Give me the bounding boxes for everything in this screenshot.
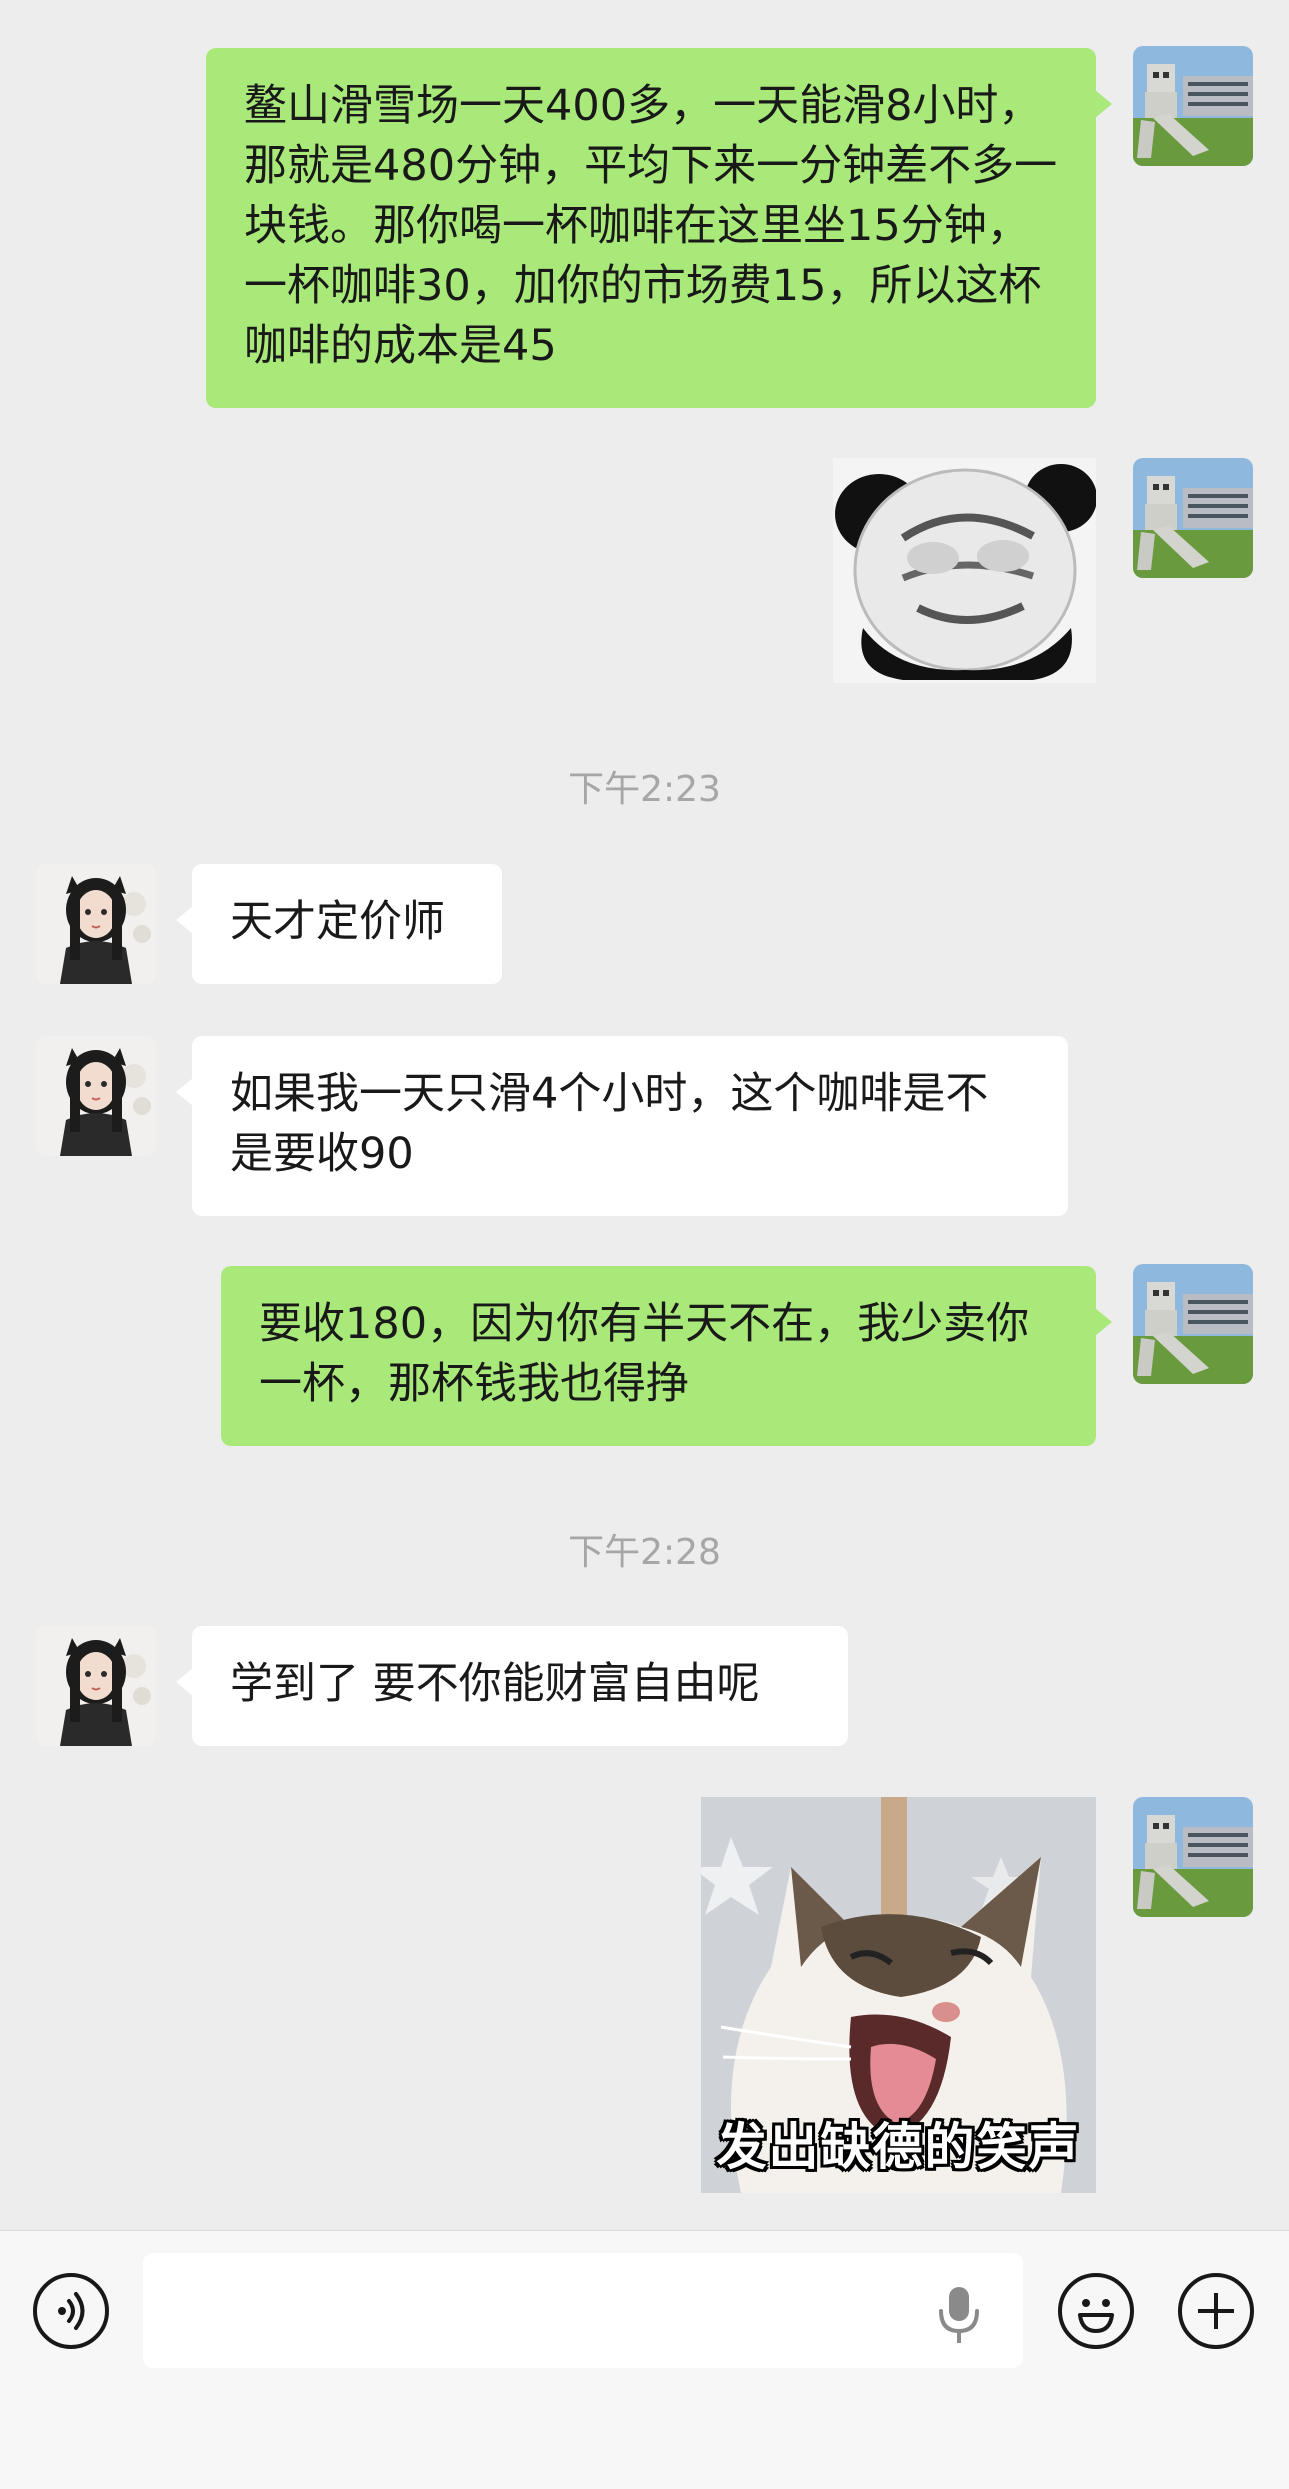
contact-avatar[interactable] xyxy=(36,1036,156,1156)
message-timestamp: 下午2:23 xyxy=(568,769,721,810)
message-bubble-sent[interactable]: 鳌山滑雪场一天400多，一天能滑8小时，那就是480分钟，平均下来一分钟差不多一… xyxy=(206,48,1112,408)
message-bubble-received[interactable]: 如果我一天只滑4个小时，这个咖啡是不是要收90 xyxy=(176,1036,1068,1216)
message-timestamp: 下午2:28 xyxy=(568,1532,721,1573)
contact-avatar[interactable] xyxy=(36,1626,156,1746)
my-avatar[interactable] xyxy=(1133,1797,1253,1917)
emoji-button[interactable] xyxy=(1058,2273,1134,2349)
microphone-icon[interactable] xyxy=(932,2283,986,2351)
my-avatar[interactable] xyxy=(1133,1264,1253,1384)
voice-mode-icon xyxy=(58,2292,85,2330)
message-bubble-received[interactable]: 天才定价师 xyxy=(176,864,502,984)
my-avatar[interactable] xyxy=(1133,458,1253,578)
message-input-bar xyxy=(0,2230,1289,2489)
emoji-icon xyxy=(1078,2299,1114,2333)
more-options-button[interactable] xyxy=(1178,2273,1254,2349)
laughing-cat-sticker[interactable]: 发出缺德的笑声 xyxy=(701,1797,1096,2193)
message-bubble-received[interactable]: 学到了 要不你能财富自由呢 xyxy=(176,1626,848,1746)
sticker-caption: 发出缺德的笑声 xyxy=(716,2118,1081,2176)
my-avatar[interactable] xyxy=(1133,46,1253,166)
plus-icon xyxy=(1198,2293,1234,2329)
panda-meme-sticker[interactable] xyxy=(833,458,1096,683)
message-text-input[interactable] xyxy=(143,2253,1023,2368)
contact-avatar[interactable] xyxy=(36,864,156,984)
message-bubble-sent[interactable]: 要收180，因为你有半天不在，我少卖你一杯，那杯钱我也得挣 xyxy=(221,1266,1112,1446)
chat-area[interactable]: 鳌山滑雪场一天400多，一天能滑8小时，那就是480分钟，平均下来一分钟差不多一… xyxy=(0,0,1289,2230)
voice-mode-button[interactable] xyxy=(33,2273,109,2349)
